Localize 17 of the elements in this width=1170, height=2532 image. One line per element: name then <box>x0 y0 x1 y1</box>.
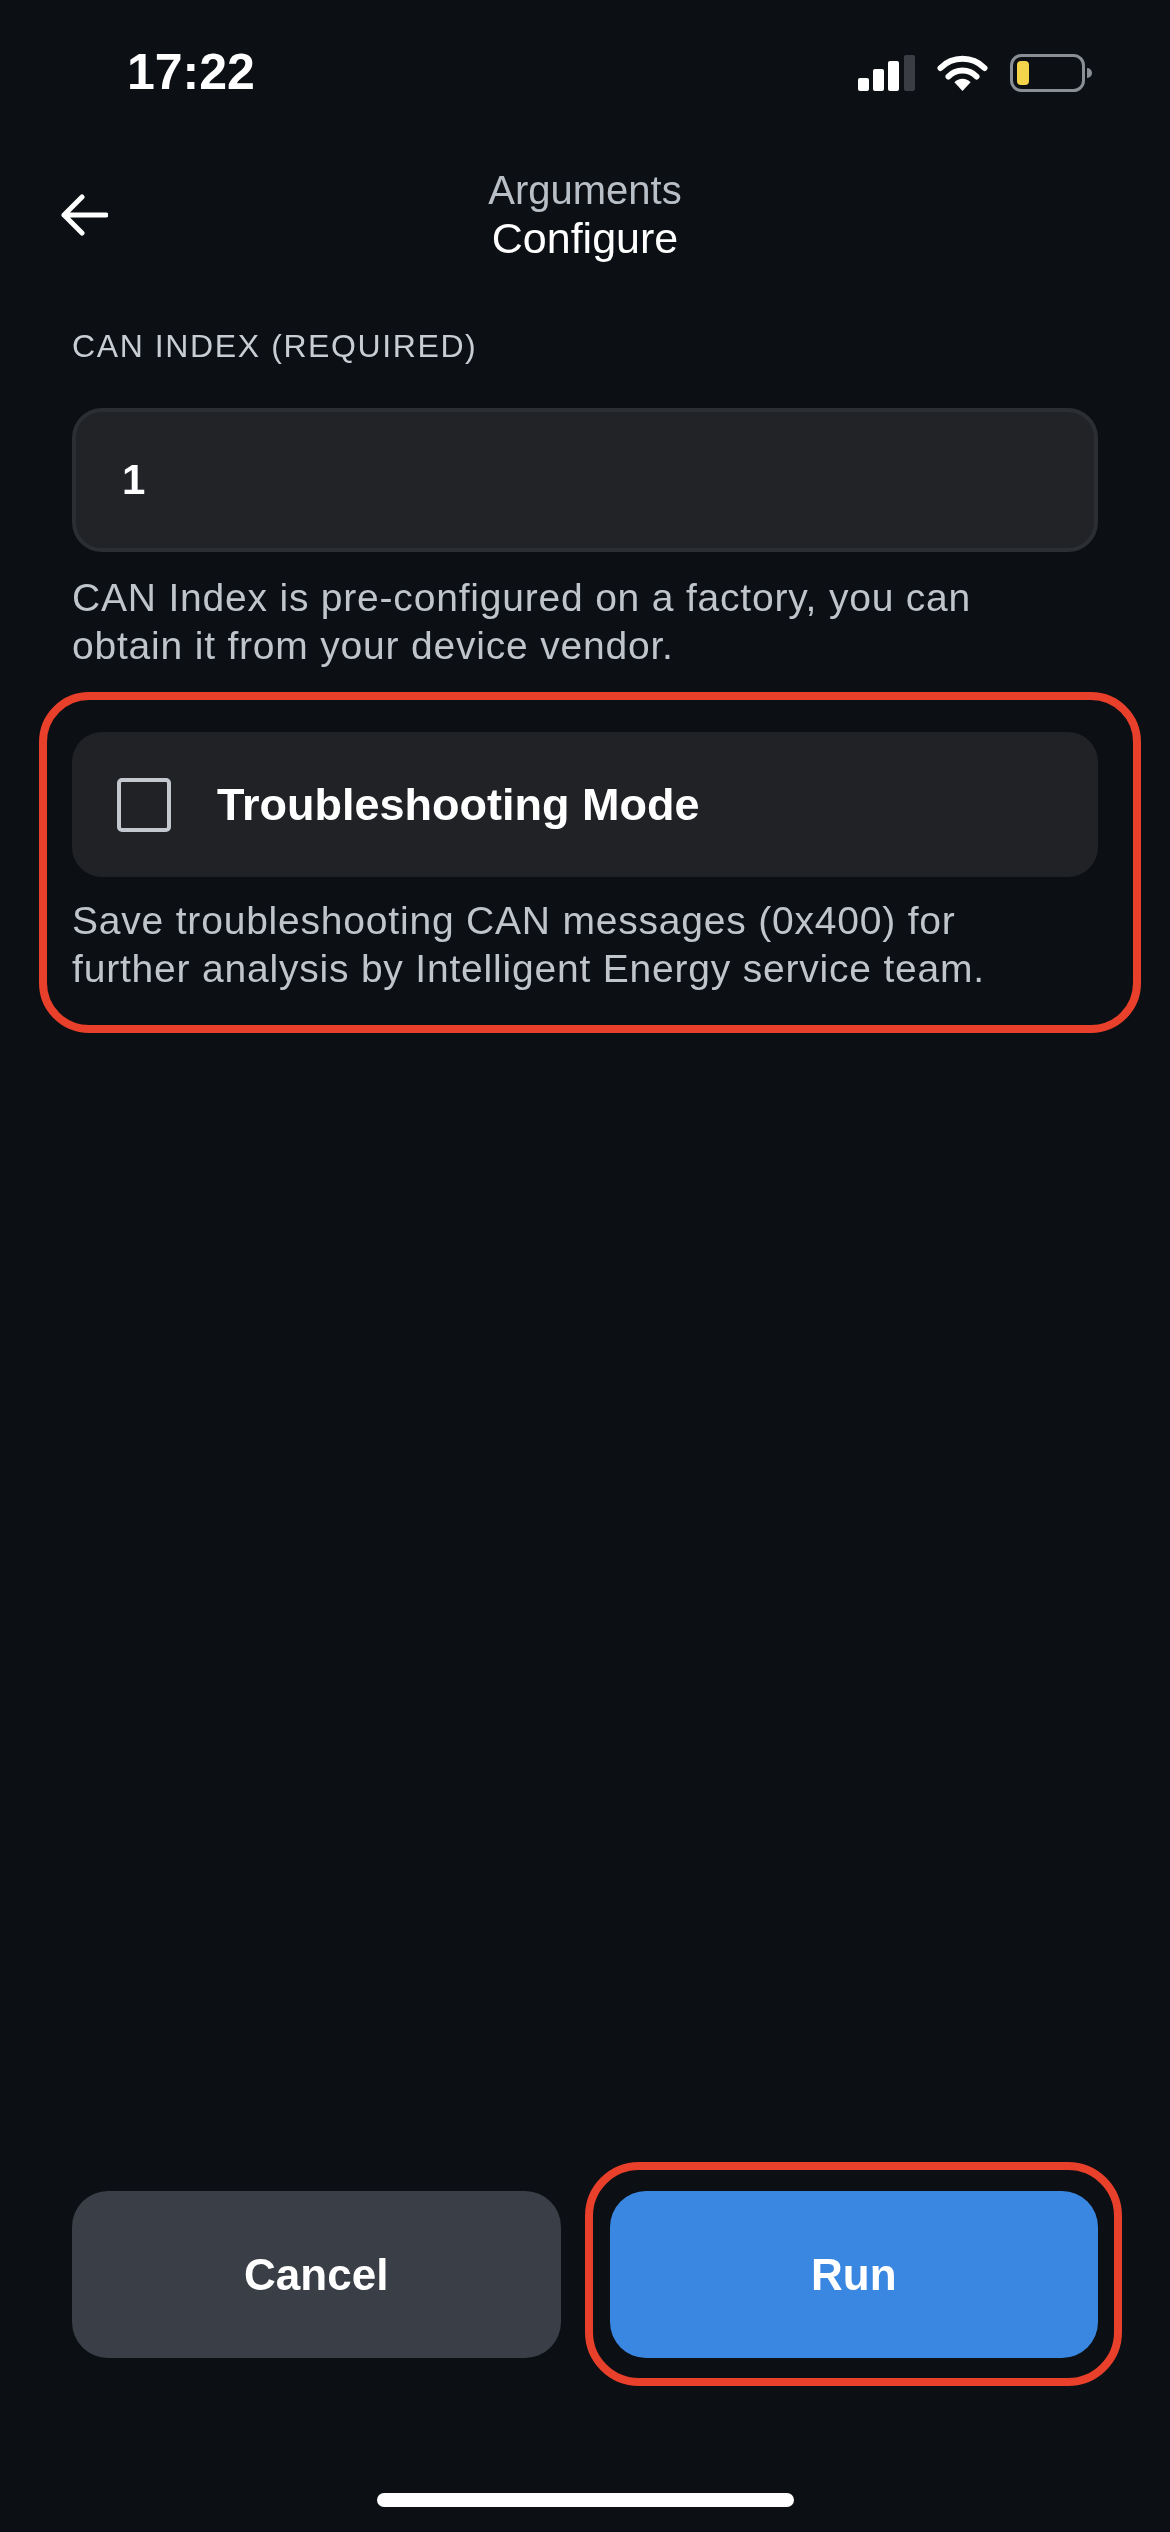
battery-icon <box>1010 54 1092 92</box>
wifi-icon <box>937 54 988 92</box>
run-button[interactable]: Run <box>609 2191 1098 2358</box>
header-subtitle: Arguments <box>488 167 682 213</box>
status-time: 17:22 <box>127 43 255 101</box>
checkbox-label: Troubleshooting Mode <box>217 778 700 831</box>
input-field[interactable]: 1 <box>72 408 1098 552</box>
back-button[interactable] <box>60 191 108 239</box>
back-arrow-icon <box>60 191 108 239</box>
header-title: Configure <box>491 213 679 263</box>
field-label: CAN INDEX (REQUIRED) <box>72 327 479 366</box>
signal-icon <box>858 55 915 91</box>
help-text: Save troubleshooting CAN messages (0x400) for further analysis by Intelligent Energy service team. <box>72 898 986 992</box>
help-text: CAN Index is pre-configured on a factory, you can obtain it from your device vendor. <box>72 575 973 669</box>
cancel-button[interactable]: Cancel <box>72 2191 561 2358</box>
checkbox[interactable] <box>117 777 171 832</box>
checkbox-row[interactable]: Troubleshooting Mode <box>72 732 1098 877</box>
